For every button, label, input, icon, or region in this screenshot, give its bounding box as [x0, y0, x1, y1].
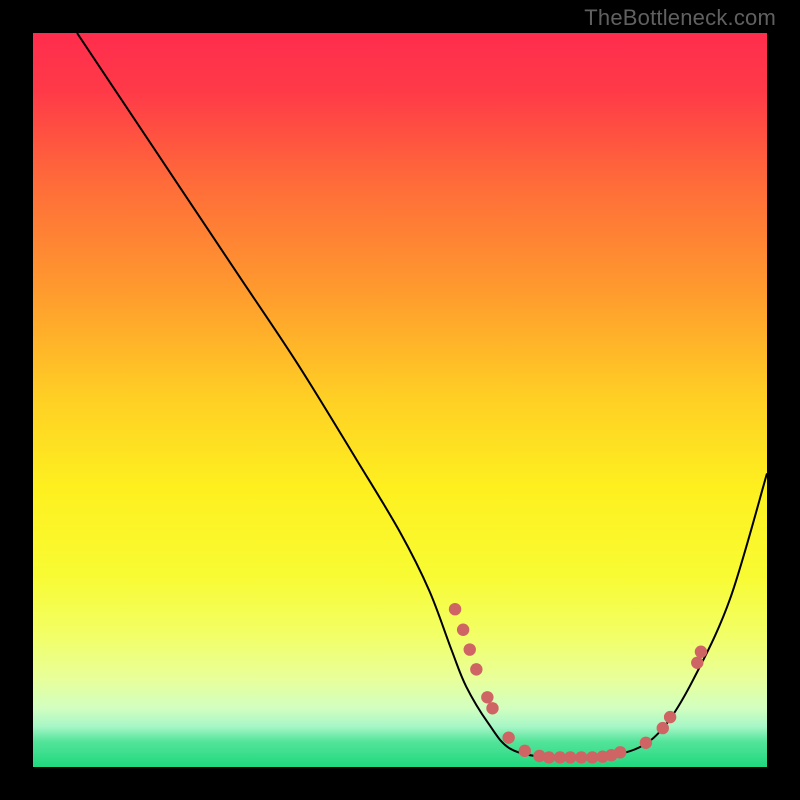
data-point — [481, 691, 493, 703]
gradient-background — [33, 33, 767, 767]
data-point — [502, 731, 514, 743]
chart-plot-area — [33, 33, 767, 767]
data-point — [640, 737, 652, 749]
data-point — [543, 751, 555, 763]
data-point — [457, 624, 469, 636]
watermark-label: TheBottleneck.com — [584, 5, 776, 31]
data-point — [657, 722, 669, 734]
data-point — [664, 711, 676, 723]
data-point — [695, 646, 707, 658]
data-point — [564, 751, 576, 763]
data-point — [575, 751, 587, 763]
data-point — [470, 663, 482, 675]
data-point — [486, 702, 498, 714]
data-point — [691, 657, 703, 669]
data-point — [449, 603, 461, 615]
data-point — [519, 745, 531, 757]
data-point — [464, 643, 476, 655]
data-point — [614, 746, 626, 758]
bottleneck-chart-svg — [33, 33, 767, 767]
